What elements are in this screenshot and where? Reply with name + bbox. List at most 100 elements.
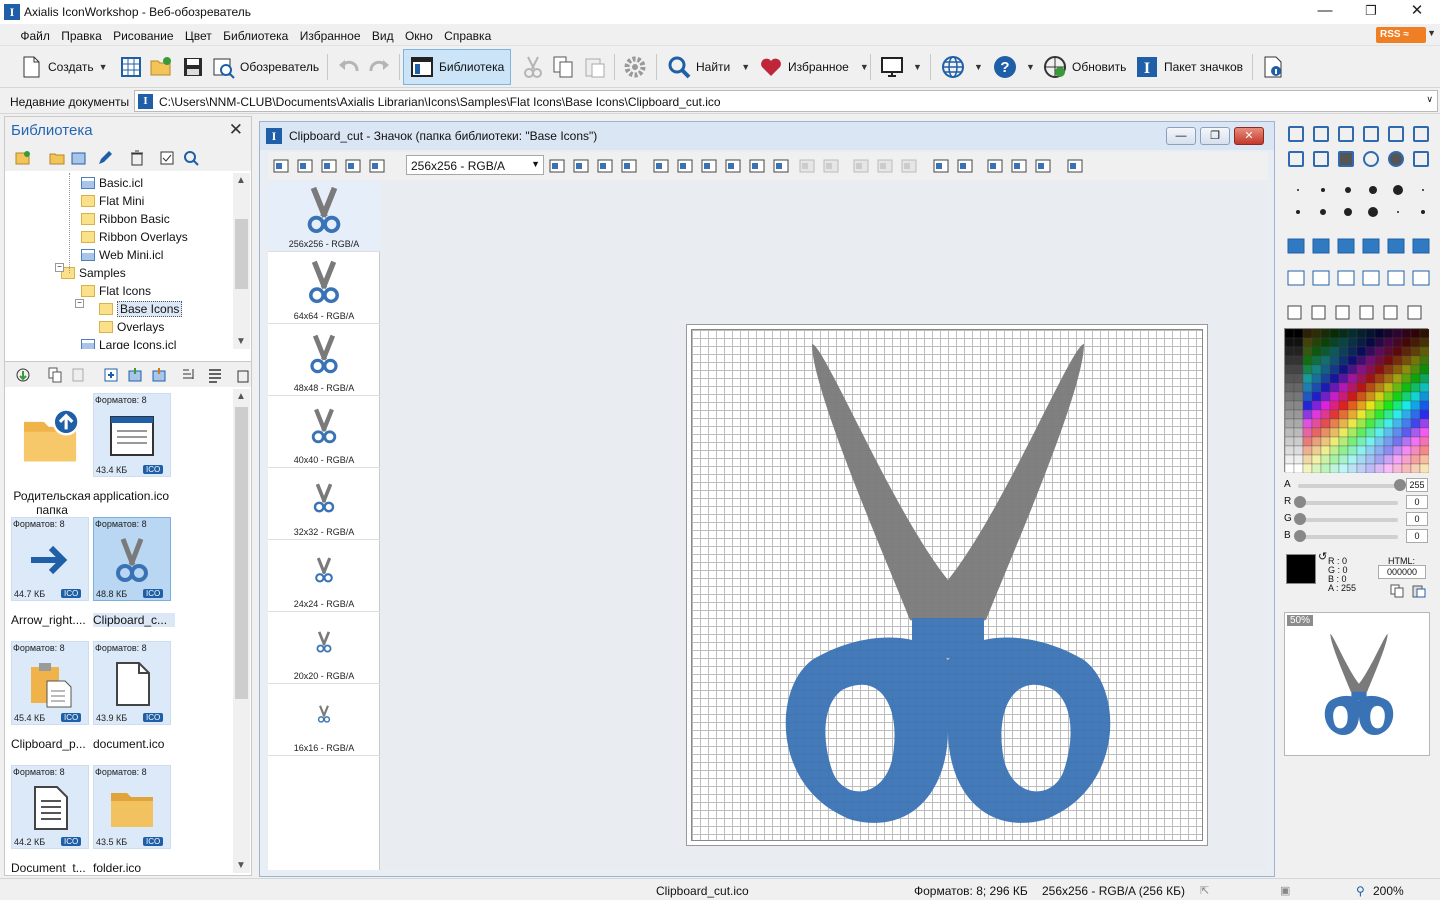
import-icon[interactable] [127, 367, 143, 383]
tree-item[interactable]: Base Icons [99, 300, 183, 318]
chevron-down-icon[interactable]: ∨ [1426, 94, 1433, 105]
add-image-icon[interactable] [548, 157, 566, 175]
close-icon[interactable]: ✕ [229, 120, 243, 140]
channel-value-input[interactable]: 0 [1406, 495, 1428, 509]
pixel-canvas[interactable] [691, 329, 1203, 841]
recent-path-combo[interactable]: I C:\Users\NNM-CLUB\Documents\Axialis Li… [134, 90, 1438, 112]
save-icon[interactable] [272, 157, 290, 175]
tree-expander[interactable]: − [75, 299, 84, 308]
menu-color[interactable]: Цвет [181, 24, 216, 43]
format-item[interactable]: 20x20 - RGB/A [268, 612, 380, 684]
web-button[interactable]: ▼ [938, 51, 986, 83]
format-item[interactable]: 256x256 - RGB/A [268, 180, 380, 252]
effects-icon[interactable] [956, 157, 974, 175]
brush-size-selector[interactable] [1284, 180, 1430, 222]
open-library-button[interactable] [116, 51, 146, 83]
format-item[interactable]: 40x40 - RGB/A [268, 396, 380, 468]
zoom-tool-icon[interactable] [1034, 157, 1052, 175]
fill-icon[interactable] [1411, 124, 1431, 144]
chevron-down-icon[interactable]: ▼ [860, 62, 869, 72]
new-palette-icon[interactable] [1334, 304, 1354, 324]
menu-draw[interactable]: Рисование [109, 24, 177, 43]
copy-color-icon[interactable] [1390, 584, 1404, 598]
status-zoom[interactable]: 200% [1373, 884, 1404, 898]
filled-ellipse-icon[interactable] [1386, 149, 1406, 169]
html-color-input[interactable]: 000000 [1378, 565, 1426, 579]
fill-linear-icon[interactable] [1311, 236, 1331, 256]
doc-maximize-button[interactable]: ❐ [1200, 127, 1230, 145]
doc-close-button[interactable]: ✕ [1234, 127, 1264, 145]
save-button[interactable] [178, 51, 208, 83]
paste-button[interactable] [580, 51, 610, 83]
scroll-thumb[interactable] [235, 407, 248, 699]
menu-window[interactable]: Окно [401, 24, 437, 43]
iconpack-button[interactable]: I Пакет значков [1132, 51, 1246, 83]
scroll-up-icon[interactable]: ▲ [236, 175, 246, 186]
fill-solid-icon[interactable] [1286, 236, 1306, 256]
library-file-item[interactable]: Форматов: 8 44.7 КБ ICO Arrow_right.... [11, 517, 93, 637]
minimize-button[interactable]: — [1302, 0, 1348, 24]
chevron-down-icon[interactable]: ▼ [913, 62, 922, 72]
scissors-icon[interactable] [852, 157, 870, 175]
channel-slider[interactable]: G0 [1278, 512, 1438, 528]
slider-knob[interactable] [1294, 496, 1306, 508]
tree-expander[interactable]: − [55, 263, 64, 272]
create-button[interactable]: Создать ▼ [16, 51, 111, 83]
transparency-icon[interactable] [724, 157, 742, 175]
info-button[interactable] [1258, 51, 1288, 83]
menu-favorites[interactable]: Избранное [296, 24, 365, 43]
channel-value-input[interactable]: 0 [1406, 512, 1428, 526]
find-button[interactable]: Найти ▼ [664, 51, 753, 83]
undo-icon[interactable] [798, 157, 816, 175]
help-button[interactable]: ? ▼ [990, 51, 1038, 83]
favorites-button[interactable]: Избранное ▼ [756, 51, 872, 83]
new-format-icon[interactable] [296, 157, 314, 175]
text-icon[interactable] [1361, 268, 1381, 288]
library-file-item[interactable]: Родительская папка [11, 393, 93, 517]
paste-color-icon[interactable] [1412, 584, 1426, 598]
doc-minimize-button[interactable]: — [1166, 127, 1196, 145]
format-item[interactable]: 64x64 - RGB/A [268, 252, 380, 324]
tree-item[interactable]: Flat Icons [81, 282, 151, 300]
effects-icon[interactable] [1386, 268, 1406, 288]
trash-icon[interactable] [235, 367, 251, 383]
library-add-icon[interactable] [71, 150, 87, 166]
cut-button[interactable] [518, 51, 548, 83]
open-palette-icon[interactable] [1286, 304, 1306, 324]
copy-button[interactable] [548, 51, 578, 83]
mirror-icon[interactable] [1311, 268, 1331, 288]
gradient-icon[interactable] [1411, 149, 1431, 169]
display-button[interactable]: ▼ [877, 51, 925, 83]
menu-library[interactable]: Библиотека [219, 24, 292, 43]
redo-button[interactable] [364, 51, 394, 83]
tree-item[interactable]: Ribbon Basic [81, 210, 170, 228]
scroll-down-icon[interactable]: ▼ [236, 860, 246, 871]
format-select[interactable]: 256x256 - RGB/A ▼ [406, 155, 544, 175]
format-item[interactable]: 24x24 - RGB/A [268, 540, 380, 612]
close-button[interactable]: ✕ [1394, 0, 1440, 24]
scroll-up-icon[interactable]: ▲ [236, 391, 246, 402]
library-file-item[interactable]: Форматов: 8 48.8 КБ ICO Clipboard_c... [93, 517, 175, 637]
color-adjust-icon[interactable] [932, 157, 950, 175]
filled-rectangle-icon[interactable] [1336, 149, 1356, 169]
grid-view-icon[interactable] [652, 157, 670, 175]
scroll-thumb[interactable] [235, 219, 248, 289]
add-icon-icon[interactable] [103, 367, 119, 383]
tree-item[interactable]: Large Icons.icl [81, 336, 176, 349]
chevron-down-icon[interactable]: ▼ [741, 62, 750, 72]
search-icon[interactable] [183, 150, 199, 166]
open-folder-button[interactable] [146, 51, 176, 83]
fill-square-icon[interactable] [1386, 236, 1406, 256]
new-library-icon[interactable] [15, 150, 31, 166]
edit-palette-icon[interactable] [1358, 304, 1378, 324]
library-button[interactable]: Библиотека [403, 49, 512, 85]
settings-button[interactable] [620, 51, 650, 83]
fill-conical-icon[interactable] [1361, 236, 1381, 256]
chevron-down-icon[interactable]: ▼ [531, 159, 540, 169]
chevron-down-icon[interactable]: ▼ [1427, 28, 1436, 38]
slider-track[interactable] [1298, 484, 1398, 488]
slider-knob[interactable] [1294, 530, 1306, 542]
tree-item[interactable]: Basic.icl [81, 174, 143, 192]
channel-slider[interactable]: R0 [1278, 495, 1438, 511]
menu-edit[interactable]: Правка [57, 24, 106, 43]
